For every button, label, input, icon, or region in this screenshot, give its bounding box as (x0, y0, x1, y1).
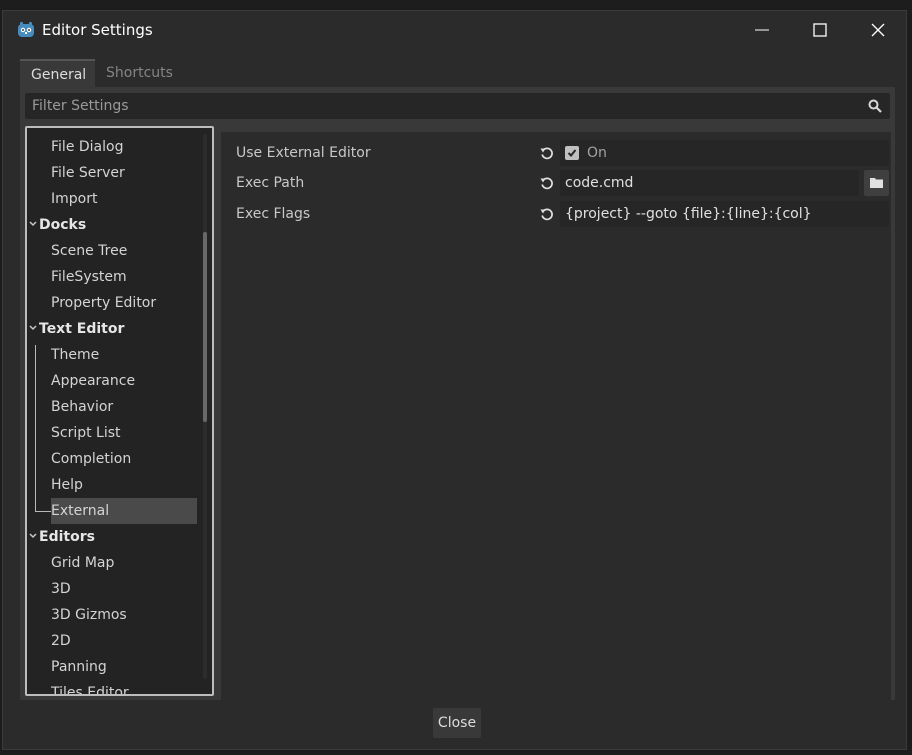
settings-panel: Filter Settings File Dialog File Server … (20, 87, 895, 705)
revert-icon[interactable] (540, 176, 554, 190)
tree-category-label: Text Editor (39, 321, 125, 337)
property-row-exec-flags: Exec Flags {project} --goto {file}:{line… (221, 201, 891, 227)
revert-icon[interactable] (540, 207, 554, 221)
tree-category-editors[interactable]: Editors (27, 524, 95, 550)
maximize-icon (813, 23, 827, 37)
filter-placeholder: Filter Settings (32, 98, 129, 114)
maximize-button[interactable] (791, 11, 849, 49)
tree-item-script-list[interactable]: Script List (27, 420, 121, 446)
revert-icon[interactable] (540, 146, 554, 160)
property-label: Exec Flags (236, 206, 311, 222)
chevron-down-icon (29, 221, 37, 227)
use-external-editor-toggle[interactable]: On (560, 140, 889, 166)
tree-item-grid-map[interactable]: Grid Map (27, 550, 114, 576)
tree-item-file-dialog[interactable]: File Dialog (27, 134, 123, 160)
tab-shortcuts[interactable]: Shortcuts (95, 59, 185, 87)
tree-category-label: Docks (39, 217, 87, 233)
tree-item-filesystem[interactable]: FileSystem (27, 264, 127, 290)
tab-general[interactable]: General (20, 59, 95, 87)
tree-item-3d[interactable]: 3D (27, 576, 71, 602)
property-label: Use External Editor (236, 145, 371, 161)
tree-item-behavior[interactable]: Behavior (27, 394, 113, 420)
exec-path-input[interactable]: code.cmd (560, 170, 859, 196)
chevron-down-icon (29, 325, 37, 331)
tree-item-file-server[interactable]: File Server (27, 160, 125, 186)
filter-settings-input[interactable]: Filter Settings (25, 93, 890, 119)
tree-item-appearance[interactable]: Appearance (27, 368, 135, 394)
tree-item-import[interactable]: Import (27, 186, 97, 212)
minimize-icon (755, 29, 769, 31)
tree-guide-line (35, 511, 51, 512)
checkbox-value-label: On (587, 145, 607, 161)
tree-item-property-editor[interactable]: Property Editor (27, 290, 156, 316)
close-icon (871, 23, 885, 37)
title-bar: Editor Settings (3, 11, 906, 49)
folder-icon (870, 178, 883, 188)
tree-item-3d-gizmos[interactable]: 3D Gizmos (27, 602, 127, 628)
property-label: Exec Path (236, 175, 305, 191)
tree-item-help[interactable]: Help (27, 472, 83, 498)
window-title: Editor Settings (42, 21, 153, 39)
godot-logo-icon (18, 22, 34, 37)
chevron-down-icon (29, 533, 37, 539)
tree-category-text-editor[interactable]: Text Editor (27, 316, 124, 342)
tree-category-label: Editors (39, 529, 95, 545)
property-row-exec-path: Exec Path code.cmd (221, 170, 891, 196)
property-inspector: Use External Editor On Exec Path code.cm… (221, 132, 891, 705)
tree-item-2d[interactable]: 2D (27, 628, 71, 654)
tree-item-completion[interactable]: Completion (27, 446, 131, 472)
property-row-use-external-editor: Use External Editor On (221, 140, 891, 166)
browse-folder-button[interactable] (864, 170, 889, 196)
tree-item-theme[interactable]: Theme (27, 342, 99, 368)
tree-item-tiles-editor[interactable]: Tiles Editor (27, 680, 129, 694)
search-icon (868, 99, 882, 113)
checkbox[interactable] (565, 146, 579, 160)
settings-category-tree[interactable]: File Dialog File Server Import Docks Sce… (25, 126, 214, 696)
editor-settings-dialog: Editor Settings General Shortcuts Filter… (2, 10, 907, 750)
tree-scrollbar-thumb[interactable] (203, 232, 207, 422)
checkmark-icon (567, 149, 577, 157)
minimize-button[interactable] (733, 11, 791, 49)
tree-category-docks[interactable]: Docks (27, 212, 86, 238)
exec-flags-input[interactable]: {project} --goto {file}:{line}:{col} (560, 201, 889, 227)
tree-item-scene-tree[interactable]: Scene Tree (27, 238, 127, 264)
close-button[interactable]: Close (433, 708, 481, 738)
close-window-button[interactable] (849, 11, 907, 49)
tree-item-external[interactable]: External (51, 498, 197, 524)
tree-item-panning[interactable]: Panning (27, 654, 107, 680)
